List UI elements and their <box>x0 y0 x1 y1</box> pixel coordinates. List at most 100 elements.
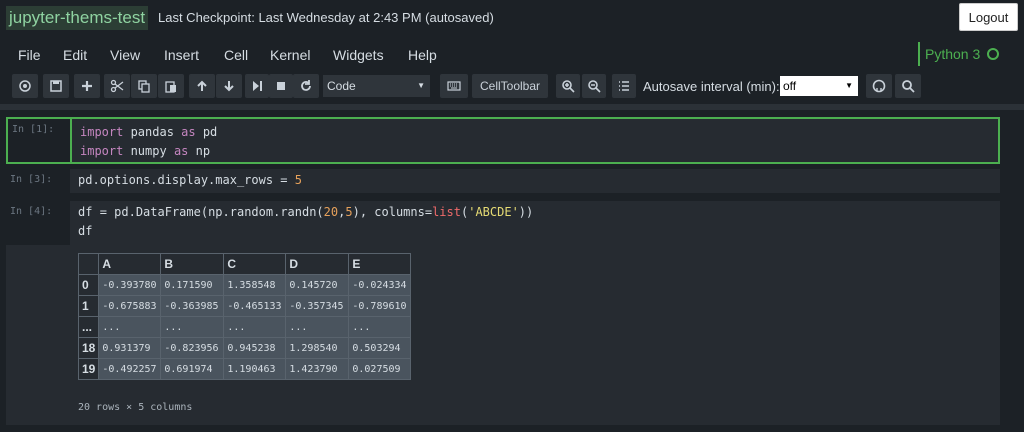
keyboard-icon <box>447 81 461 91</box>
table-header-row: A B C D E <box>77 253 412 275</box>
table-row: 0 -0.393780 0.171590 1.358548 0.145720 -… <box>77 274 412 296</box>
dropdown-arrow-icon: ▼ <box>845 81 853 90</box>
copy-button[interactable] <box>131 74 157 98</box>
table-cell: -0.024334 <box>348 274 412 296</box>
save-button[interactable] <box>43 74 69 98</box>
table-cell: -0.492257 <box>98 358 162 380</box>
floppy-icon <box>50 80 62 92</box>
insert-cell-button[interactable] <box>74 74 100 98</box>
kernel-indicator: Python 3 <box>918 42 1000 66</box>
table-cell: -0.357345 <box>285 295 350 317</box>
menu-widgets[interactable]: Widgets <box>333 44 384 66</box>
logout-button[interactable]: Logout <box>959 3 1018 31</box>
table-cell: 0.027509 <box>348 358 412 380</box>
menu-file[interactable]: File <box>18 44 41 66</box>
paste-button[interactable] <box>158 74 184 98</box>
dropdown-arrow-icon: ▼ <box>417 81 425 90</box>
code-cell[interactable]: In [3]: pd.options.display.max_rows = 5 <box>6 169 1000 193</box>
notebook-header: jupyter-thems-test Last Checkpoint: Last… <box>0 0 1024 100</box>
row-count-text: 20 rows × 5 columns <box>78 402 193 413</box>
table-row: 18 0.931379 -0.823956 0.945238 1.298540 … <box>77 337 412 359</box>
table-cell: -0.789610 <box>348 295 412 317</box>
table-row: ... ... ... ... ... ... <box>77 316 412 338</box>
input-prompt: In [3]: <box>10 174 53 185</box>
table-cell: 0.945238 <box>223 337 287 359</box>
zoom-out-icon <box>588 80 601 93</box>
table-cell: -0.675883 <box>98 295 162 317</box>
column-header <box>77 253 100 275</box>
move-down-button[interactable] <box>216 74 242 98</box>
keyboard-cog-icon <box>19 80 31 92</box>
checkpoint-status: Last Checkpoint: Last Wednesday at 2:43 … <box>158 10 494 25</box>
menu-cell[interactable]: Cell <box>224 44 248 66</box>
row-index: 18 <box>77 337 100 359</box>
cell-source[interactable]: pd.options.display.max_rows = 5 <box>70 169 1000 193</box>
celltoolbar-button[interactable]: CellToolbar <box>472 74 548 98</box>
column-header: D <box>285 253 350 275</box>
copy-icon <box>138 80 150 93</box>
scissors-icon <box>110 79 124 93</box>
autosave-value: off <box>783 79 797 93</box>
github-button[interactable] <box>866 74 892 98</box>
interrupt-button[interactable] <box>269 74 293 98</box>
menu-insert[interactable]: Insert <box>164 44 199 66</box>
table-cell: 1.423790 <box>285 358 350 380</box>
table-cell: ... <box>160 316 225 338</box>
command-palette-button[interactable] <box>12 74 38 98</box>
zoom-in-button[interactable] <box>556 74 580 98</box>
list-button[interactable] <box>612 74 636 98</box>
column-header: C <box>223 253 287 275</box>
github-icon <box>872 79 886 93</box>
list-icon <box>619 81 629 91</box>
table-cell: 1.190463 <box>223 358 287 380</box>
menu-view[interactable]: View <box>110 44 140 66</box>
plus-icon <box>82 81 92 91</box>
zoom-out-button[interactable] <box>582 74 606 98</box>
arrow-up-icon <box>197 80 207 91</box>
row-index: 19 <box>77 358 100 380</box>
header-divider <box>0 104 1024 110</box>
cell-output: A B C D E 0 -0.393780 0.171590 1.358548 … <box>6 245 1000 425</box>
autosave-select[interactable]: off ▼ <box>780 76 858 96</box>
cell-source[interactable]: df = pd.DataFrame(np.random.randn(20,5),… <box>70 201 1000 245</box>
table-cell: -0.393780 <box>98 274 162 296</box>
row-index: ... <box>77 316 100 338</box>
table-cell: 0.145720 <box>285 274 350 296</box>
row-index: 1 <box>77 295 100 317</box>
move-up-button[interactable] <box>189 74 215 98</box>
column-header: E <box>348 253 412 275</box>
table-row: 1 -0.675883 -0.363985 -0.465133 -0.35734… <box>77 295 412 317</box>
menu-bar: File Edit View Insert Cell Kernel Widget… <box>0 44 700 66</box>
table-cell: -0.823956 <box>160 337 225 359</box>
code-cell[interactable]: In [4]: df = pd.DataFrame(np.random.rand… <box>6 201 1000 245</box>
search-icon <box>902 80 915 93</box>
cell-type-select[interactable]: Code ▼ <box>323 75 430 97</box>
input-prompt: In [1]: <box>12 124 55 135</box>
restart-button[interactable] <box>293 74 319 98</box>
table-cell: ... <box>348 316 412 338</box>
refresh-icon <box>301 80 311 91</box>
table-cell: 0.171590 <box>160 274 225 296</box>
column-header: A <box>98 253 162 275</box>
table-cell: 1.298540 <box>285 337 350 359</box>
arrow-down-icon <box>224 81 234 92</box>
table-cell: -0.363985 <box>160 295 225 317</box>
table-cell: 1.358548 <box>223 274 287 296</box>
cell-source[interactable]: import pandas as pd import numpy as np <box>70 119 998 162</box>
table-cell: 0.691974 <box>160 358 225 380</box>
keyboard-shortcuts-button[interactable] <box>440 74 468 98</box>
step-forward-icon <box>253 81 262 91</box>
table-cell: 0.931379 <box>98 337 162 359</box>
menu-kernel[interactable]: Kernel <box>270 44 310 66</box>
table-row: 19 -0.492257 0.691974 1.190463 1.423790 … <box>77 358 412 380</box>
menu-help[interactable]: Help <box>408 44 437 66</box>
code-cell-selected[interactable]: In [1]: import pandas as pd import numpy… <box>6 117 1000 164</box>
cut-button[interactable] <box>104 74 130 98</box>
menu-edit[interactable]: Edit <box>63 44 87 66</box>
search-button[interactable] <box>895 74 921 98</box>
row-index: 0 <box>77 274 100 296</box>
run-button[interactable] <box>245 74 269 98</box>
input-prompt: In [4]: <box>10 206 53 217</box>
paste-icon <box>165 81 176 93</box>
notebook-name[interactable]: jupyter-thems-test <box>6 6 149 30</box>
